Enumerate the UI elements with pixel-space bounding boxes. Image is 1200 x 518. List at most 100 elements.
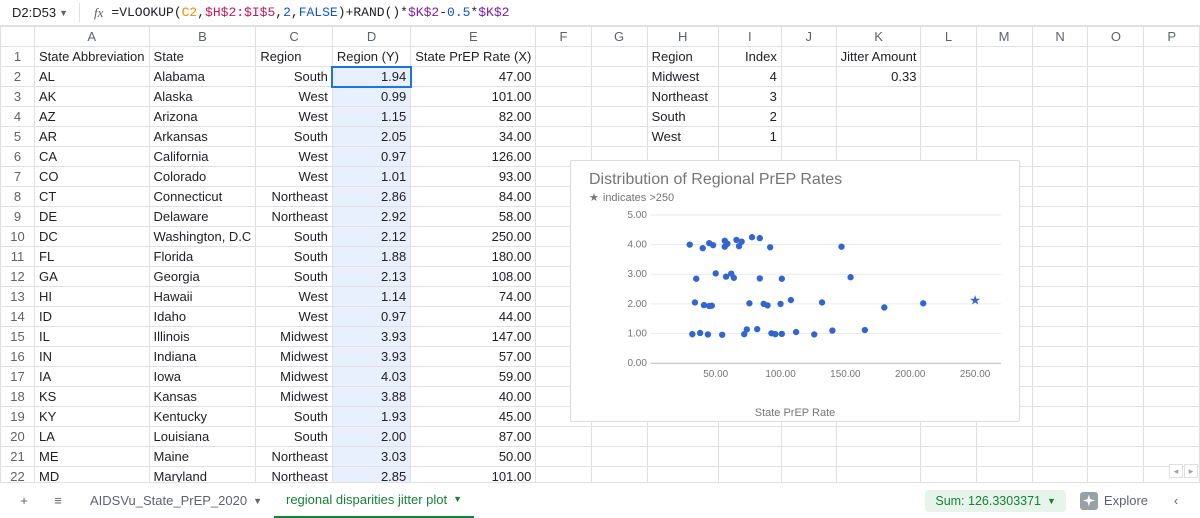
cell[interactable]: Arkansas	[149, 127, 256, 147]
cell[interactable]	[1032, 67, 1088, 87]
cell[interactable]: 147.00	[411, 327, 536, 347]
cell[interactable]: 87.00	[411, 427, 536, 447]
row-header[interactable]: 3	[1, 87, 35, 107]
cell[interactable]: Illinois	[149, 327, 256, 347]
cell[interactable]	[1032, 167, 1088, 187]
cell[interactable]: State Abbreviation	[35, 47, 150, 67]
cell[interactable]	[1088, 107, 1144, 127]
cell[interactable]	[1032, 327, 1088, 347]
cell[interactable]	[1032, 207, 1088, 227]
cell[interactable]: Georgia	[149, 267, 256, 287]
cell[interactable]	[1144, 427, 1200, 447]
column-header[interactable]: P	[1144, 27, 1200, 47]
cell[interactable]: Index	[718, 47, 781, 67]
cell[interactable]: 1.94	[332, 67, 410, 87]
cell[interactable]: AR	[35, 127, 150, 147]
cell[interactable]	[536, 67, 591, 87]
cell[interactable]	[921, 467, 976, 483]
cell[interactable]: Northeast	[647, 87, 718, 107]
cell[interactable]: 2.00	[332, 427, 410, 447]
cell[interactable]	[591, 87, 647, 107]
cell[interactable]	[1088, 247, 1144, 267]
cell[interactable]	[1088, 267, 1144, 287]
row-header[interactable]: 21	[1, 447, 35, 467]
cell[interactable]	[921, 47, 976, 67]
cell[interactable]	[1032, 247, 1088, 267]
cell[interactable]	[718, 467, 781, 483]
cell[interactable]: 3	[718, 87, 781, 107]
cell[interactable]: Jitter Amount	[836, 47, 921, 67]
cell[interactable]	[591, 67, 647, 87]
cell[interactable]: HI	[35, 287, 150, 307]
cell[interactable]: Region	[647, 47, 718, 67]
cell[interactable]: Northeast	[256, 187, 333, 207]
cell[interactable]	[591, 47, 647, 67]
row-header[interactable]: 1	[1, 47, 35, 67]
cell[interactable]	[1144, 147, 1200, 167]
cell[interactable]	[921, 427, 976, 447]
cell[interactable]	[1032, 367, 1088, 387]
cell[interactable]: 34.00	[411, 127, 536, 147]
cell[interactable]	[718, 447, 781, 467]
cell[interactable]: MD	[35, 467, 150, 483]
cell[interactable]	[1088, 67, 1144, 87]
cell[interactable]: 82.00	[411, 107, 536, 127]
cell[interactable]: 0.97	[332, 147, 410, 167]
cell[interactable]: 58.00	[411, 207, 536, 227]
cell[interactable]: 108.00	[411, 267, 536, 287]
cell[interactable]: 2	[718, 107, 781, 127]
cell[interactable]: 2.13	[332, 267, 410, 287]
cell[interactable]	[1088, 467, 1144, 483]
cell[interactable]: FL	[35, 247, 150, 267]
cell[interactable]	[781, 107, 836, 127]
cell[interactable]: South	[256, 407, 333, 427]
cell[interactable]: Maine	[149, 447, 256, 467]
cell[interactable]	[921, 447, 976, 467]
cell[interactable]	[921, 87, 976, 107]
cell[interactable]: Region (Y)	[332, 47, 410, 67]
row-header[interactable]: 11	[1, 247, 35, 267]
cell[interactable]: 57.00	[411, 347, 536, 367]
cell[interactable]: IL	[35, 327, 150, 347]
cell[interactable]: West	[647, 127, 718, 147]
cell[interactable]	[1144, 307, 1200, 327]
row-header[interactable]: 19	[1, 407, 35, 427]
cell[interactable]: South	[647, 107, 718, 127]
cell[interactable]: 2.05	[332, 127, 410, 147]
cell[interactable]: Northeast	[256, 207, 333, 227]
column-header[interactable]: K	[836, 27, 921, 47]
cell[interactable]	[781, 447, 836, 467]
cell[interactable]: 3.88	[332, 387, 410, 407]
cell[interactable]: Indiana	[149, 347, 256, 367]
cell[interactable]	[1032, 307, 1088, 327]
cell[interactable]: 93.00	[411, 167, 536, 187]
cell[interactable]	[1144, 47, 1200, 67]
cell[interactable]	[921, 67, 976, 87]
cell[interactable]	[1088, 87, 1144, 107]
cell[interactable]: 45.00	[411, 407, 536, 427]
cell[interactable]	[976, 47, 1032, 67]
cell[interactable]	[1144, 127, 1200, 147]
cell[interactable]	[536, 107, 591, 127]
embedded-chart[interactable]: Distribution of Regional PrEP Rates ★ in…	[570, 160, 1020, 422]
cell[interactable]: 40.00	[411, 387, 536, 407]
cell[interactable]: 4.03	[332, 367, 410, 387]
cell[interactable]	[1032, 127, 1088, 147]
cell[interactable]: 1.15	[332, 107, 410, 127]
cell[interactable]	[1088, 307, 1144, 327]
cell[interactable]	[1144, 107, 1200, 127]
cell[interactable]: 1	[718, 127, 781, 147]
cell[interactable]: Florida	[149, 247, 256, 267]
horizontal-scroll-arrows[interactable]: ◂ ▸	[1169, 464, 1198, 478]
cell[interactable]: 250.00	[411, 227, 536, 247]
cell[interactable]	[536, 467, 591, 483]
name-box[interactable]: D2:D53 ▼	[6, 3, 80, 22]
column-header[interactable]: J	[781, 27, 836, 47]
cell[interactable]	[1088, 147, 1144, 167]
cell[interactable]	[1088, 327, 1144, 347]
column-header[interactable]: N	[1032, 27, 1088, 47]
cell[interactable]: DC	[35, 227, 150, 247]
cell[interactable]: South	[256, 227, 333, 247]
row-header[interactable]: 8	[1, 187, 35, 207]
cell[interactable]	[536, 127, 591, 147]
